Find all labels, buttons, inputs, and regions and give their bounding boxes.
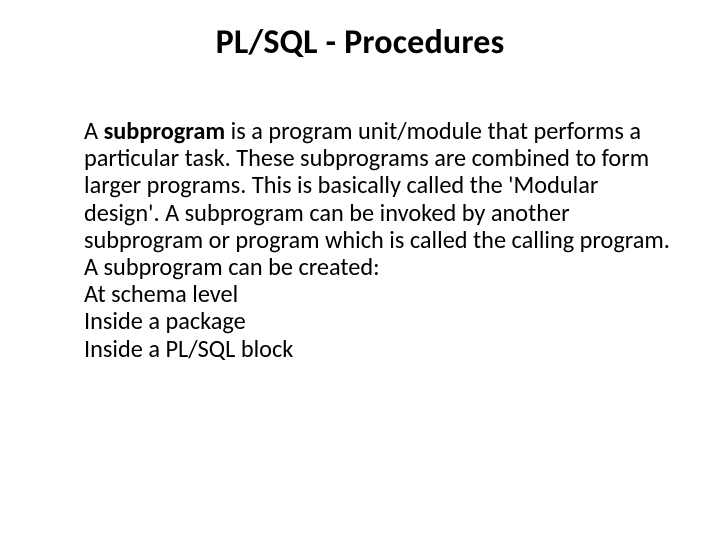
para1-bold-term: subprogram <box>104 116 226 146</box>
paragraph-1: A subprogram is a program unit/module th… <box>84 118 670 254</box>
line-4: Inside a package <box>84 308 670 335</box>
line-5: Inside a PL/SQL block <box>84 336 670 363</box>
line-3: At schema level <box>84 281 670 308</box>
body-text: A subprogram is a program unit/module th… <box>50 118 670 363</box>
line-2: A subprogram can be created: <box>84 254 670 281</box>
para1-prefix: A <box>84 116 104 146</box>
slide-title: PL/SQL - Procedures <box>50 22 670 63</box>
